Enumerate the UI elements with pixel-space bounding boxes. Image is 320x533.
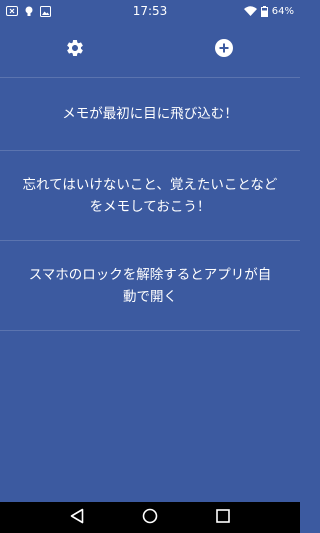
memo-text: 忘れてはいけないこと、覚えたいことなどをメモしておこう！ xyxy=(22,176,278,215)
memo-item[interactable]: スマホのロックを解除するとアプリが自動で開く xyxy=(0,241,300,331)
status-bar: 17:53 64% xyxy=(0,0,300,22)
status-notifications xyxy=(6,5,96,17)
memo-text: スマホのロックを解除するとアプリが自動で開く xyxy=(28,266,272,305)
back-button[interactable] xyxy=(65,506,89,530)
settings-button[interactable] xyxy=(63,38,87,62)
memo-item[interactable]: メモが最初に目に飛び込む！ xyxy=(0,78,300,151)
add-memo-button[interactable] xyxy=(212,38,236,62)
back-icon xyxy=(70,508,84,528)
toolbar xyxy=(0,22,300,78)
notification-x-icon xyxy=(6,6,18,16)
recents-button[interactable] xyxy=(211,506,235,530)
home-button[interactable] xyxy=(138,506,162,530)
memo-list: メモが最初に目に飛び込む！ 忘れてはいけないこと、覚えたいことなどをメモしておこ… xyxy=(0,78,300,331)
image-icon xyxy=(40,5,51,17)
recents-icon xyxy=(216,508,231,527)
memo-item[interactable]: 忘れてはいけないこと、覚えたいことなどをメモしておこう！ xyxy=(0,151,300,241)
lightbulb-icon xyxy=(25,6,33,17)
battery-percentage: 64% xyxy=(271,5,294,17)
wifi-icon xyxy=(243,6,257,16)
plus-circle-icon xyxy=(214,38,234,62)
home-icon xyxy=(142,508,158,528)
navigation-bar xyxy=(0,502,300,533)
battery-icon xyxy=(260,5,268,17)
status-system: 64% xyxy=(204,5,294,17)
app-screen: 17:53 64% メモが最初に目に飛び込む！ 忘れてはいけないこと、覚えたいこ… xyxy=(0,0,300,533)
memo-text: メモが最初に目に飛び込む！ xyxy=(62,106,238,122)
status-time: 17:53 xyxy=(132,4,168,18)
gear-icon xyxy=(65,38,85,62)
